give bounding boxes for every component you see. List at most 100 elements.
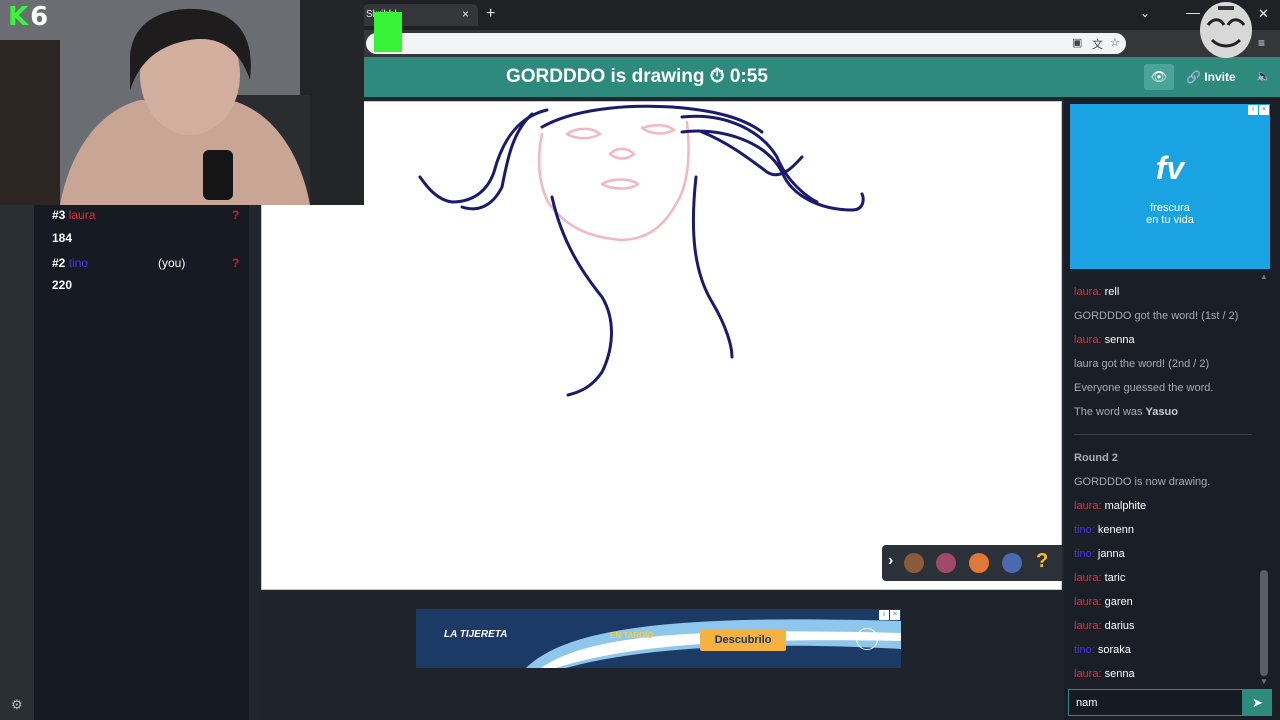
revealed-word: Yasuo [1145,406,1178,418]
left-margin [0,205,34,720]
chat-guess-input[interactable] [1068,689,1243,716]
hair-strokes [418,104,865,397]
ad-logo: fv [1155,150,1185,186]
chat-author: laura [1074,572,1099,584]
drawing-canvas[interactable] [261,101,1062,590]
ad-tagline-line: frescura [1150,202,1190,214]
ad-cta-button[interactable]: Descubrilo [700,629,786,651]
chat-message: laura: garen [1074,596,1133,608]
ad-tag-text: EN TARDÍO [610,631,654,640]
address-bar[interactable]: ▣ 文 ☆ [366,33,1126,54]
system-message: Everyone guessed the word. [1074,382,1214,394]
report-player-icon[interactable]: ? [232,256,239,270]
link-icon: 🔗 [1186,70,1201,84]
chat-message: tino: soraka [1074,644,1131,656]
turn-status: GORDDDO is drawing ⏱ 0:55 [506,66,768,88]
overlay-glitch [374,12,402,52]
player-score: 184 [52,231,73,245]
scroll-up-arrow-icon[interactable]: ▲ [1260,272,1268,281]
system-message: GORDDDO is now drawing. [1074,476,1211,488]
chat-author: tino [1074,524,1092,536]
emote-2-icon[interactable] [936,553,956,573]
emote-4-icon[interactable] [1002,553,1022,573]
app-root: Skribbl × + ⌄ — ✕ ▣ 文 ☆ ≡ GORDDDO is dra… [0,0,1280,720]
tab-close-icon[interactable]: × [462,7,469,21]
chat-author: laura [1074,286,1099,298]
chat-text: darius [1104,620,1135,632]
ad-info-icon[interactable]: i [879,610,889,620]
chat-author: laura [1074,500,1099,512]
invite-label: Invite [1204,70,1236,84]
stream-logo: K6 [8,2,51,32]
close-window-button[interactable]: ✕ [1258,6,1269,22]
player-score: 220 [52,278,73,292]
emote-3-icon[interactable] [969,553,989,573]
install-app-icon[interactable]: ▣ [1072,36,1082,49]
you-indicator: (you) [158,256,186,270]
chat-text: kenenn [1097,524,1134,536]
webcam-overlay: K6 [0,0,364,205]
ad-sponsor-logo: BAYER [856,628,878,650]
chat-message: laura: taric [1074,572,1126,584]
ad-banner-bottom[interactable]: LA TIJERETA EN TARDÍO Descubrilo BAYER i… [416,609,901,668]
drawing-strokes [418,104,865,397]
hide-drawing-button[interactable]: 👁 [1144,64,1174,90]
scroll-down-arrow-icon[interactable]: ▼ [1260,677,1268,686]
sound-toggle-icon[interactable]: 🔈 [1256,69,1271,83]
player-list: #3 laura ? 184 #2 tino (you) ? 220 [34,205,249,720]
ad-close-icon[interactable]: × [1259,105,1269,115]
help-icon[interactable]: ? [1036,550,1048,573]
stopwatch-icon: ⏱ [709,66,725,87]
browser-menu-icon[interactable]: ≡ [1258,36,1265,50]
chat-text: janna [1097,548,1125,560]
ad-banner-right[interactable]: fv frescura en tu vida i × [1070,104,1270,269]
chat-text: soraka [1097,644,1131,656]
send-icon: ➤ [1252,695,1263,710]
chat-author: laura [1074,596,1099,608]
emote-1-icon[interactable] [904,553,924,573]
player-rank: #3 [52,208,66,222]
round-label: Round 2 [1074,452,1118,464]
chat-author: laura [1074,334,1099,346]
mask-avatar-icon[interactable] [1198,0,1254,58]
bookmark-star-icon[interactable]: ☆ [1110,36,1120,49]
player-row-tino[interactable]: #2 tino (you) ? [52,256,242,270]
chat-author: laura [1074,668,1099,680]
tab-search-chevron-icon[interactable]: ⌄ [1140,6,1150,20]
ad-info-icon[interactable]: i [1248,105,1258,115]
settings-gear-icon[interactable]: ⚙ [11,697,23,713]
chat-message: laura: rell [1074,286,1120,298]
chat-message: laura: senna [1074,334,1135,346]
ad-brand-text: LA TIJERETA [444,629,508,640]
report-player-icon[interactable]: ? [232,208,239,222]
round-divider [1074,434,1252,435]
translate-icon[interactable]: 文 [1092,36,1103,52]
chat-message: laura: senna [1074,668,1135,680]
word-reveal: The word was Yasuo [1074,406,1178,418]
chat-text: garen [1104,596,1133,608]
new-tab-button[interactable]: + [486,5,495,23]
chat-text: malphite [1104,500,1147,512]
drawing-status-text: GORDDDO is drawing [506,66,705,87]
invite-button[interactable]: 🔗 Invite [1186,70,1236,84]
chat-text: senna [1104,334,1135,346]
chat-text: taric [1104,572,1126,584]
chat-scrollbar-thumb[interactable] [1260,570,1268,676]
chat-message: laura: darius [1074,620,1135,632]
chat-author: laura [1074,620,1099,632]
expand-chevron-icon[interactable]: › [888,552,893,570]
face-outline [537,120,690,242]
eye-slash-icon: 👁 [1150,69,1168,84]
chat-message: laura: malphite [1074,500,1147,512]
chat-message: tino: janna [1074,548,1125,560]
system-message: GORDDDO got the word! (1st / 2) [1074,310,1239,322]
emote-bar: › ? [882,545,1062,581]
ad-close-icon[interactable]: × [890,610,900,620]
chat-message: tino: kenenn [1074,524,1134,536]
player-row-laura[interactable]: #3 laura ? [52,208,242,222]
ad-tagline-line: en tu vida [1146,214,1194,226]
system-message: laura got the word! (2nd / 2) [1074,358,1210,370]
chat-text: rell [1104,286,1120,298]
timer-value: 0:55 [729,66,768,87]
send-button[interactable]: ➤ [1243,689,1272,716]
